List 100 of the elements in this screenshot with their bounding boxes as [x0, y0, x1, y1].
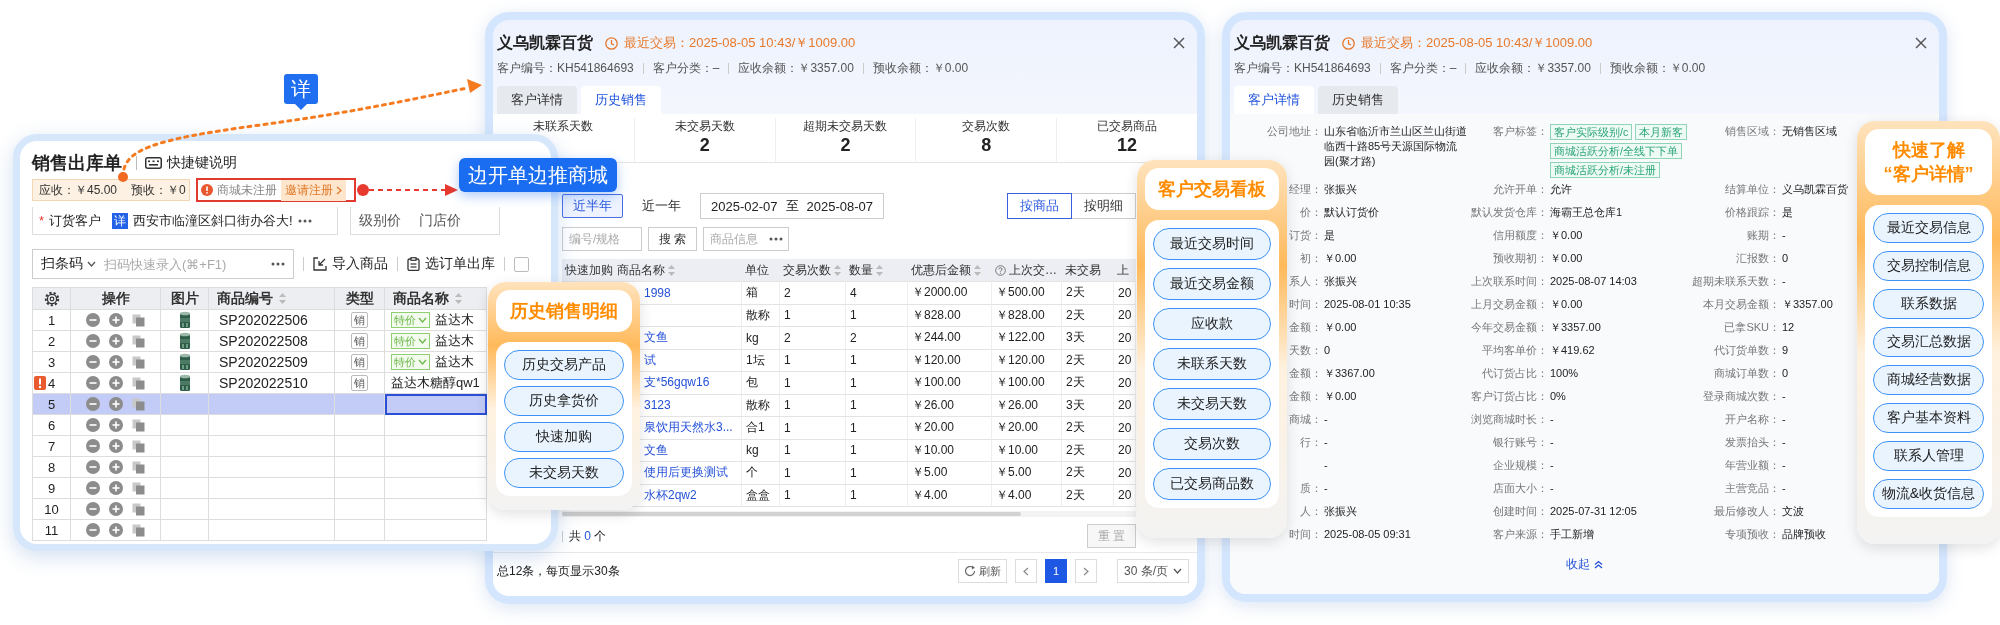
scan-bar[interactable]: 扫条码 扫码快速录入(⌘+F1): [32, 249, 294, 279]
feature-button[interactable]: 交易汇总数据: [1873, 327, 1984, 357]
tab[interactable]: 客户详情: [1234, 86, 1314, 114]
minus-icon[interactable]: [86, 460, 100, 474]
page-button[interactable]: 1: [1045, 559, 1067, 583]
settings-icon[interactable]: [43, 290, 60, 307]
plus-icon[interactable]: [109, 334, 123, 348]
close-icon[interactable]: [1173, 37, 1185, 49]
copy-icon[interactable]: [132, 502, 145, 516]
product-link[interactable]: 文鱼: [644, 441, 668, 459]
next-page-button[interactable]: [1075, 559, 1097, 583]
minus-icon[interactable]: [86, 439, 100, 453]
column-header[interactable]: 商品编号: [209, 288, 335, 310]
product-link[interactable]: 文鱼: [644, 329, 668, 347]
product-link[interactable]: 试: [644, 351, 656, 369]
feature-button[interactable]: 联系人管理: [1873, 441, 1984, 471]
table-row[interactable]: 10: [33, 499, 487, 520]
table-row[interactable]: 6: [33, 415, 487, 436]
feature-button[interactable]: 最近交易信息: [1873, 213, 1984, 243]
table-row[interactable]: 5: [33, 394, 487, 415]
plus-icon[interactable]: [109, 313, 123, 327]
feature-button[interactable]: 联系数据: [1873, 289, 1984, 319]
column-header[interactable]: 数量: [846, 259, 908, 282]
table-row[interactable]: 11: [33, 520, 487, 541]
search-button[interactable]: 搜 索: [648, 227, 698, 251]
import-products-button[interactable]: 导入商品: [313, 255, 388, 273]
feature-button[interactable]: 未交易天数: [1153, 388, 1271, 420]
copy-icon[interactable]: [132, 481, 145, 495]
shortcut-help-button[interactable]: 快捷键说明: [145, 154, 237, 172]
plus-icon[interactable]: [109, 397, 123, 411]
copy-icon[interactable]: [132, 376, 145, 390]
minus-icon[interactable]: [86, 313, 100, 327]
table-row[interactable]: 1 SP202022506 销 特价 益达木: [33, 310, 487, 331]
copy-icon[interactable]: [132, 418, 145, 432]
plus-icon[interactable]: [109, 481, 123, 495]
feature-button[interactable]: 未联系天数: [1153, 348, 1271, 380]
tab[interactable]: 客户详情: [497, 86, 577, 114]
minus-icon[interactable]: [86, 355, 100, 369]
date-range-field[interactable]: 2025-02-07 至 2025-08-07: [700, 193, 884, 219]
minus-icon[interactable]: [86, 334, 100, 348]
column-header[interactable]: 交易次数: [780, 259, 846, 282]
table-row[interactable]: 2 SP202022508 销 特价 益达木: [33, 331, 487, 352]
customer-field[interactable]: * 订货客户 详 西安市临潼区斜口街办谷大!: [32, 207, 338, 235]
period-button[interactable]: 近半年: [562, 194, 623, 218]
feature-button[interactable]: 应收款: [1153, 308, 1271, 340]
table-row[interactable]: 9: [33, 478, 487, 499]
select-order-button[interactable]: 选订单出库: [407, 255, 495, 273]
product-link[interactable]: 支*56gqw16: [644, 374, 710, 392]
plus-icon[interactable]: [109, 355, 123, 369]
refresh-button[interactable]: 刷新: [958, 559, 1007, 583]
copy-icon[interactable]: [132, 460, 145, 474]
table-row[interactable]: 8: [33, 457, 487, 478]
tab[interactable]: 历史销售: [581, 86, 661, 114]
feature-button[interactable]: 物流&收货信息: [1873, 479, 1984, 509]
feature-button[interactable]: 最近交易时间: [1153, 228, 1271, 260]
plus-icon[interactable]: [109, 439, 123, 453]
feature-button[interactable]: 历史拿货价: [504, 386, 624, 416]
product-filter-field[interactable]: 商品信息: [703, 227, 790, 251]
copy-icon[interactable]: [132, 397, 145, 411]
plus-icon[interactable]: [109, 418, 123, 432]
column-header[interactable]: 优惠后金额: [908, 259, 992, 282]
feature-button[interactable]: 历史交易产品: [504, 350, 624, 380]
copy-icon[interactable]: [132, 355, 145, 369]
copy-icon[interactable]: [132, 439, 145, 453]
copy-icon[interactable]: [132, 334, 145, 348]
plus-icon[interactable]: [109, 460, 123, 474]
checkbox[interactable]: [514, 256, 529, 272]
product-link[interactable]: 水杯2qw2: [644, 486, 697, 504]
feature-button[interactable]: 未交易天数: [504, 458, 624, 488]
product-link[interactable]: 3123: [644, 398, 671, 413]
table-row[interactable]: 7: [33, 436, 487, 457]
feature-button[interactable]: 快速加购: [504, 422, 624, 452]
tab[interactable]: 历史销售: [1318, 86, 1398, 114]
feature-button[interactable]: 交易次数: [1153, 428, 1271, 460]
price-level-option[interactable]: 级别价: [359, 211, 401, 230]
scrollbar[interactable]: [562, 512, 1022, 516]
product-link[interactable]: 泉饮用天然水3...: [644, 419, 733, 437]
column-header[interactable]: 商品名称: [385, 288, 487, 310]
minus-icon[interactable]: [86, 523, 100, 537]
plus-icon[interactable]: [109, 502, 123, 516]
feature-button[interactable]: 已交易商品数: [1153, 468, 1271, 500]
minus-icon[interactable]: [86, 376, 100, 390]
price-level-option[interactable]: 门店价: [419, 211, 461, 230]
feature-button[interactable]: 最近交易金额: [1153, 268, 1271, 300]
view-toggle-button[interactable]: 按商品: [1007, 193, 1072, 219]
feature-button[interactable]: 客户基本资料: [1873, 403, 1984, 433]
minus-icon[interactable]: [86, 397, 100, 411]
minus-icon[interactable]: [86, 418, 100, 432]
product-link[interactable]: 使用后更换测试: [644, 464, 728, 482]
copy-icon[interactable]: [132, 313, 145, 327]
more-icon[interactable]: [271, 262, 285, 266]
view-toggle-button[interactable]: 按明细: [1071, 193, 1136, 219]
minus-icon[interactable]: [86, 481, 100, 495]
feature-button[interactable]: 商城经营数据: [1873, 365, 1984, 395]
search-field[interactable]: 编号/规格: [562, 227, 642, 251]
previous-page-button[interactable]: [1015, 559, 1037, 583]
scan-mode-dropdown[interactable]: 扫条码: [41, 255, 96, 273]
minus-icon[interactable]: [86, 502, 100, 516]
plus-icon[interactable]: [109, 376, 123, 390]
close-icon[interactable]: [1915, 37, 1927, 49]
